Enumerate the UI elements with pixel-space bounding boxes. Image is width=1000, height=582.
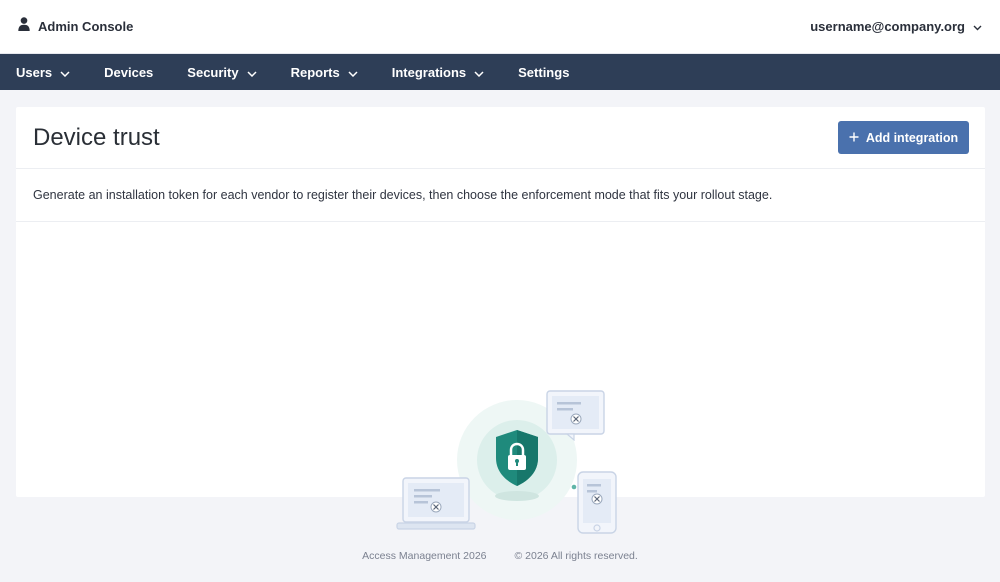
- add-integration-label: Add integration: [865, 130, 959, 145]
- nav-devices[interactable]: Devices: [104, 54, 153, 90]
- user-icon: [18, 17, 30, 36]
- nav-reports[interactable]: Reports: [291, 54, 358, 90]
- footer-product: Access Management 2026: [362, 550, 487, 562]
- chevron-down-icon: [247, 65, 257, 80]
- app-title: Admin Console: [38, 19, 134, 34]
- tablet-device-icon: [577, 471, 617, 534]
- top-bar: Admin Console username@company.org: [0, 0, 1000, 54]
- message-device-icon: [546, 390, 605, 442]
- nav-label: Devices: [104, 64, 154, 80]
- footer: Access Management 2026 © 2026 All rights…: [0, 550, 1000, 562]
- add-integration-button[interactable]: Add integration: [838, 121, 969, 154]
- nav-integrations[interactable]: Integrations: [392, 54, 484, 90]
- nav-label: Security: [187, 64, 239, 80]
- plus-icon: [849, 131, 859, 145]
- panel-header: Device trust Add integration: [16, 107, 985, 169]
- brand[interactable]: Admin Console: [18, 17, 133, 36]
- page-description: Generate an installation token for each …: [16, 169, 985, 222]
- nav-users[interactable]: Users: [16, 54, 70, 90]
- nav-label: Integrations: [391, 64, 467, 80]
- page-title: Device trust: [33, 123, 160, 151]
- user-menu[interactable]: username@company.org: [810, 18, 982, 36]
- footer-copyright: © 2026 All rights reserved.: [514, 550, 638, 562]
- main-nav: Users Devices Security Reports Integrati…: [0, 54, 1000, 90]
- nav-settings[interactable]: Settings: [518, 54, 569, 90]
- nav-label: Settings: [518, 64, 570, 80]
- nav-security[interactable]: Security: [187, 54, 257, 90]
- device-trust-illustration: [381, 280, 621, 545]
- device-trust-panel: Device trust Add integration Generate an…: [16, 107, 985, 534]
- laptop-device-icon: [396, 477, 476, 530]
- nav-label: Users: [16, 64, 53, 80]
- chevron-down-icon: [474, 65, 484, 80]
- chevron-down-icon: [973, 18, 982, 36]
- chevron-down-icon: [348, 65, 358, 80]
- chevron-down-icon: [60, 65, 70, 80]
- user-email: username@company.org: [810, 19, 965, 34]
- nav-label: Reports: [290, 64, 340, 80]
